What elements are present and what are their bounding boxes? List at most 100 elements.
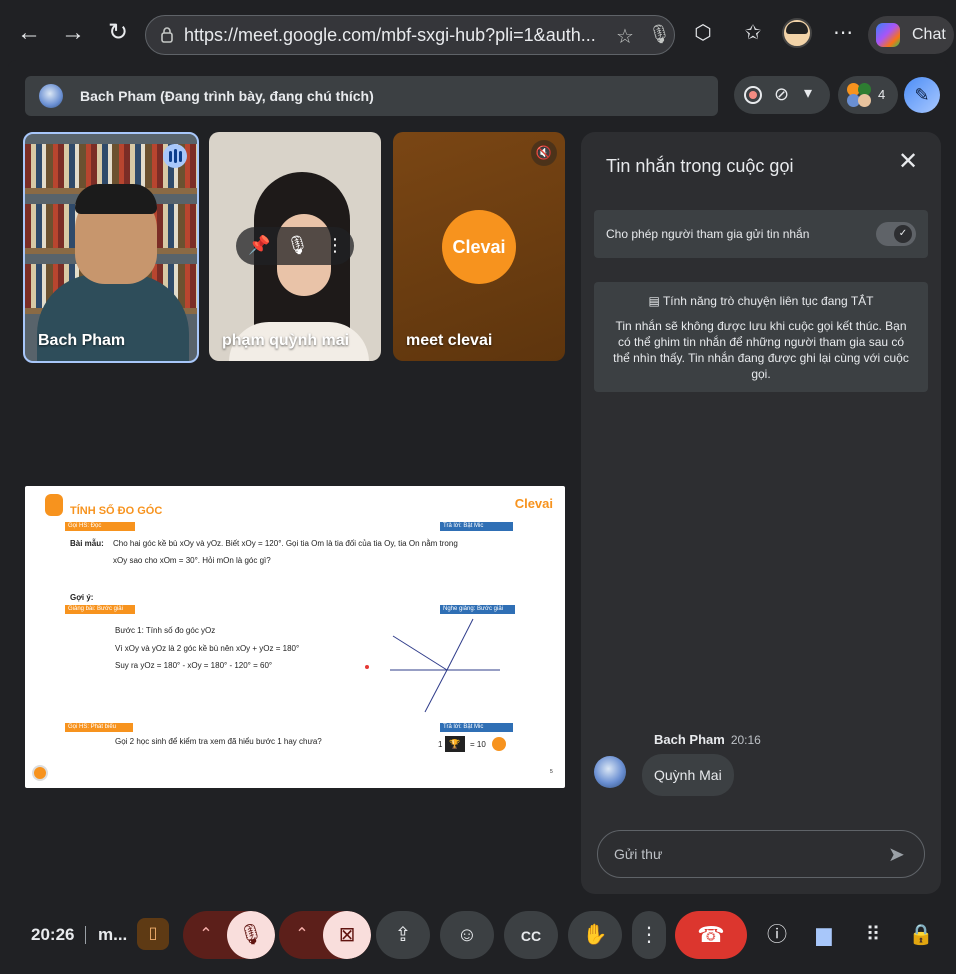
- url-text[interactable]: https://meet.google.com/mbf-sxgi-hub?pli…: [184, 25, 604, 46]
- slide-brand: Clevai: [514, 496, 553, 511]
- muted-mic-icon: 🔇: [531, 140, 557, 166]
- recording-controls[interactable]: ⊘ ▾: [734, 76, 830, 114]
- pin-icon[interactable]: 📌: [248, 235, 270, 256]
- step-1: Bước 1: Tính số đo góc yOz: [115, 626, 216, 635]
- message-sender: Bach Pham: [654, 732, 725, 747]
- allow-messages-toggle[interactable]: ✓: [876, 222, 916, 246]
- emoji-button[interactable]: ☺: [440, 911, 494, 959]
- send-icon[interactable]: ➤: [888, 842, 905, 867]
- more-options-icon[interactable]: ⋮: [326, 235, 344, 256]
- close-icon[interactable]: ✕: [896, 150, 920, 174]
- tag-giang-bai: Giảng bài: Bước giải: [65, 605, 135, 614]
- continuous-chat-info: ▤ Tính năng trò chuyện liên tục đang TẮT…: [594, 282, 928, 392]
- tile-name: meet clevai: [406, 332, 493, 349]
- chevron-up-icon[interactable]: ⌃: [183, 911, 229, 959]
- allow-messages-row: Cho phép người tham gia gửi tin nhắn ✓: [594, 210, 928, 258]
- more-menu-icon[interactable]: ⋯: [828, 18, 858, 48]
- back-icon[interactable]: ←: [14, 18, 44, 48]
- breakout-door-icon[interactable]: ▯: [137, 918, 169, 950]
- extensions-icon[interactable]: ⬡: [688, 18, 718, 48]
- raise-hand-button[interactable]: ✋: [568, 911, 622, 959]
- continuous-chat-heading: ▤ Tính năng trò chuyện liên tục đang TẮT: [594, 294, 928, 308]
- slide-title: TÍNH SỐ ĐO GÓC: [70, 505, 163, 517]
- goi-y-label: Gợi ý:: [70, 593, 94, 602]
- chevron-up-icon[interactable]: ⌃: [279, 911, 325, 959]
- check-icon: ✓: [894, 225, 912, 243]
- panel-title: Tin nhắn trong cuộc gọi: [606, 156, 794, 176]
- tag-phat-bieu: Gọi HS: Phát biểu: [65, 723, 133, 732]
- bai-mau-label: Bài mẫu:: [70, 539, 104, 548]
- copilot-chat-button[interactable]: Chat: [868, 16, 954, 54]
- message-input-placeholder[interactable]: Gửi thư: [614, 846, 662, 862]
- tag-nghe-giang: Nghe giảng: Bước giải: [440, 605, 515, 614]
- message-time: 20:16: [730, 733, 761, 747]
- message-input[interactable]: Gửi thư ➤: [597, 830, 925, 878]
- mic-control[interactable]: ⌃ 🎙: [183, 911, 275, 959]
- video-tile-meet-clevai[interactable]: 🔇 Clevai meet clevai: [393, 132, 565, 361]
- mic-icon[interactable]: 🎙: [286, 235, 309, 256]
- meeting-info-icon[interactable]: ⓘ: [764, 922, 790, 948]
- site-info-icon[interactable]: [160, 26, 174, 44]
- person-hair: [75, 184, 157, 214]
- timer-icon: [32, 765, 48, 781]
- presenting-text: Bach Pham (Đang trình bày, đang chú thíc…: [80, 88, 374, 104]
- meeting-title: m...: [98, 925, 128, 944]
- chat-icon[interactable]: ▆: [811, 922, 837, 948]
- bai-mau-line2: xOy sao cho xOm = 30°. Hỏi mOn là góc gì…: [113, 556, 271, 565]
- allow-messages-label: Cho phép người tham gia gửi tin nhắn: [606, 227, 810, 241]
- tag-tra-loi-2: Trả lời: Bật Mic: [440, 723, 513, 732]
- continuous-chat-body: Tin nhắn sẽ không được lưu khi cuộc gọi …: [613, 319, 909, 381]
- more-options-button[interactable]: ⋮: [632, 911, 666, 959]
- score-right: = 10: [470, 740, 486, 749]
- page-number: 5: [550, 769, 553, 775]
- participants-button[interactable]: 4: [838, 76, 898, 114]
- chevron-down-icon[interactable]: ▾: [804, 83, 812, 103]
- clevai-avatar: Clevai: [442, 210, 516, 284]
- leave-call-button[interactable]: ☎: [675, 911, 747, 959]
- tile-name: phạm quỳnh mai: [222, 332, 350, 349]
- hangup-icon: ☎: [697, 922, 725, 947]
- activities-grid-icon[interactable]: ⠿: [860, 922, 886, 948]
- meeting-controls-bar: 20:26 m... ▯ ⌃ 🎙 ⌃ ⊠ ⇪ ☺ CC ✋ ⋮ ☎ ⓘ ▆ ⠿ …: [0, 900, 956, 974]
- message-meta: Bach Pham 20:16: [654, 732, 761, 747]
- voice-search-icon[interactable]: 🎙: [648, 24, 671, 45]
- camera-off-icon[interactable]: ⊠: [323, 911, 371, 959]
- present-screen-button[interactable]: ⇪: [376, 911, 430, 959]
- presentation-slide: TÍNH SỐ ĐO GÓC Clevai Gọi HS: Đọc Trả lờ…: [25, 486, 565, 788]
- camera-control[interactable]: ⌃ ⊠: [279, 911, 371, 959]
- tag-goi-doc: Gọi HS: Đọc: [65, 522, 135, 531]
- reload-icon[interactable]: ↻: [103, 18, 133, 48]
- chat-panel: Tin nhắn trong cuộc gọi ✕ Cho phép người…: [581, 132, 941, 894]
- pointer-dot: [365, 665, 369, 669]
- ai-assist-button[interactable]: ✎: [904, 77, 940, 113]
- captions-icon: CC: [520, 928, 542, 944]
- video-tile-bach-pham[interactable]: Bach Pham: [23, 132, 199, 363]
- tile-name: Bach Pham: [38, 332, 126, 349]
- question-text: Gọi 2 học sinh để kiểm tra xem đã hiểu b…: [115, 737, 322, 746]
- recording-icon[interactable]: [744, 86, 762, 104]
- tile-hover-controls: 📌 🎙 ⋮: [236, 227, 354, 265]
- tag-tra-loi: Trả lời: Bật Mic: [440, 522, 513, 531]
- presenter-avatar: [39, 84, 63, 108]
- browser-toolbar: ← → ↻ https://meet.google.com/mbf-sxgi-h…: [0, 0, 956, 64]
- presenting-banner: Bach Pham (Đang trình bày, đang chú thíc…: [25, 76, 718, 116]
- divider: [85, 926, 86, 944]
- camera-off-icon[interactable]: ⊘: [774, 84, 789, 105]
- address-bar[interactable]: https://meet.google.com/mbf-sxgi-hub?pli…: [145, 15, 675, 55]
- captions-button[interactable]: CC: [504, 911, 558, 959]
- forward-icon[interactable]: →: [58, 18, 88, 48]
- step-3: Suy ra yOz = 180° - xOy = 180° - 120° = …: [115, 661, 273, 670]
- profile-avatar[interactable]: [782, 18, 812, 48]
- meeting-time: 20:26: [31, 925, 75, 944]
- mic-off-icon[interactable]: 🎙: [227, 911, 275, 959]
- bookmark-star-icon[interactable]: ☆: [616, 24, 634, 49]
- hand-icon: ✋: [582, 924, 608, 946]
- step-2: Vì xOy và yOz là 2 góc kề bù nên xOy + y…: [115, 644, 300, 653]
- favorites-icon[interactable]: ✩: [738, 18, 768, 48]
- angle-diagram: [390, 618, 500, 713]
- video-tile-pham-quynh-mai[interactable]: 📌 🎙 ⋮ phạm quỳnh mai: [209, 132, 381, 361]
- host-controls-lock-icon[interactable]: 🔒: [908, 922, 934, 948]
- more-vert-icon: ⋮: [639, 924, 659, 946]
- acorn-icon: [492, 737, 506, 751]
- trophy-icon: 🏆: [445, 736, 465, 752]
